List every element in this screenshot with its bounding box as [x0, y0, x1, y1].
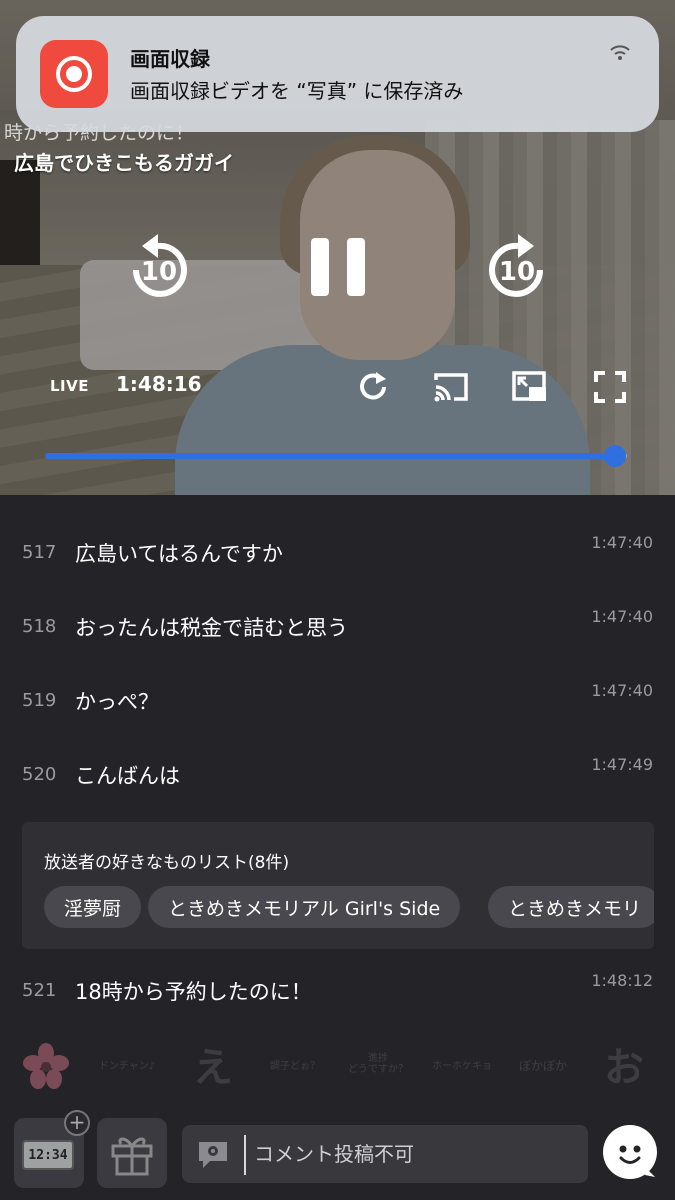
screen-recording-notification[interactable]: 画面収録 画面収録ビデオを “写真” に保存済み — [16, 16, 659, 132]
gift-button[interactable] — [97, 1118, 167, 1188]
comment-text: おったんは税金で詰むと思う — [75, 616, 348, 640]
stamp-o[interactable]: お — [596, 1036, 652, 1092]
reload-button[interactable] — [352, 366, 394, 408]
picture-in-picture-icon — [512, 371, 546, 401]
comment-text: こんばんは — [75, 764, 180, 788]
forward-10-button[interactable]: 10 — [478, 230, 558, 310]
seek-bar[interactable] — [45, 453, 627, 459]
stamp-dontyan[interactable]: ドンチャン♪ — [92, 1056, 162, 1076]
forward-10-icon: 10 — [489, 234, 543, 297]
stamp-shinchoku-line1: 進捗 — [368, 1053, 388, 1064]
forward-10-label: 10 — [499, 257, 535, 287]
comment-box — [182, 1125, 588, 1183]
comment-time: 1:47:40 — [591, 533, 653, 552]
sakura-stamp-icon[interactable] — [22, 1042, 70, 1090]
comment-settings-icon[interactable] — [196, 1139, 230, 1175]
seek-thumb[interactable] — [604, 445, 626, 467]
notification-title: 画面収録 — [130, 47, 210, 71]
mascot-menu-button[interactable] — [603, 1125, 657, 1179]
playback-time: 1:48:16 — [116, 372, 202, 396]
comment-row[interactable]: 520 こんばんは 1:47:49 — [0, 752, 675, 792]
comment-text: 18時から予約したのに！ — [75, 980, 312, 1004]
rewind-10-button[interactable]: 10 — [118, 230, 198, 310]
stamp-choushi[interactable]: 調子どぉ？ — [262, 1056, 328, 1076]
stamp-shinchoku-line2: どうですか？ — [348, 1064, 408, 1075]
screen-record-icon — [40, 40, 108, 108]
comment-text: 広島いてはるんですか — [75, 542, 283, 566]
stamp-pokapoka[interactable]: ぽかぽか — [508, 1056, 578, 1076]
comment-time: 1:48:12 — [591, 971, 653, 990]
comment-time: 1:47:40 — [591, 681, 653, 700]
stamp-shinchoku[interactable]: 進捗 どうですか？ — [338, 1048, 418, 1080]
notification-message: 画面収録ビデオを “写真” に保存済み — [130, 79, 464, 103]
reload-icon — [360, 372, 386, 400]
clock-icon: 12:34 — [22, 1140, 74, 1170]
pause-icon — [311, 238, 365, 296]
comment-row[interactable]: 519 かっぺ？ 1:47:40 — [0, 678, 675, 718]
comment-number: 520 — [22, 764, 57, 785]
wifi-icon — [609, 42, 631, 66]
stamp-e[interactable]: え — [186, 1036, 240, 1092]
favorite-chip[interactable]: ときめきメモリ — [488, 886, 654, 928]
comment-number: 521 — [22, 980, 57, 1001]
picture-in-picture-button[interactable] — [509, 366, 551, 408]
stamp-hohokekyo[interactable]: ホーホケキョ — [428, 1056, 496, 1076]
rewind-10-icon: 10 — [133, 234, 187, 297]
comment-row[interactable]: 521 18時から予約したのに！ 1:48:12 — [0, 968, 675, 1008]
favorites-title: 放送者の好きなものリスト(8件) — [44, 853, 290, 873]
favorite-chip[interactable]: 淫夢厨 — [44, 886, 142, 928]
add-timer-icon[interactable]: + — [64, 1110, 90, 1136]
comment-number: 517 — [22, 542, 57, 563]
comment-number: 518 — [22, 616, 57, 637]
comment-text: かっぺ？ — [75, 690, 159, 714]
rewind-10-label: 10 — [141, 257, 177, 287]
comment-time: 1:47:40 — [591, 607, 653, 626]
cast-icon — [434, 373, 468, 402]
favorite-chip[interactable]: ときめきメモリアル Girl's Side — [148, 886, 461, 928]
comment-row[interactable]: 517 広島いてはるんですか 1:47:40 — [0, 530, 675, 570]
gift-icon — [111, 1137, 153, 1176]
fullscreen-button[interactable] — [589, 366, 631, 408]
comment-input[interactable] — [254, 1138, 574, 1170]
mascot-face-icon — [619, 1145, 655, 1177]
comment-time: 1:47:49 — [591, 755, 653, 774]
comment-box-divider — [244, 1135, 246, 1175]
stream-title: 広島でひきこもるガガイ — [14, 151, 234, 175]
broadcaster-favorites-panel: 放送者の好きなものリスト(8件) 淫夢厨 ときめきメモリアル Girl's Si… — [22, 822, 654, 949]
cast-button[interactable] — [430, 366, 472, 408]
comment-number: 519 — [22, 690, 57, 711]
fullscreen-icon — [594, 371, 626, 403]
live-badge: LIVE — [50, 377, 89, 395]
comment-row[interactable]: 518 おったんは税金で詰むと思う 1:47:40 — [0, 604, 675, 644]
pause-button[interactable] — [305, 232, 371, 302]
